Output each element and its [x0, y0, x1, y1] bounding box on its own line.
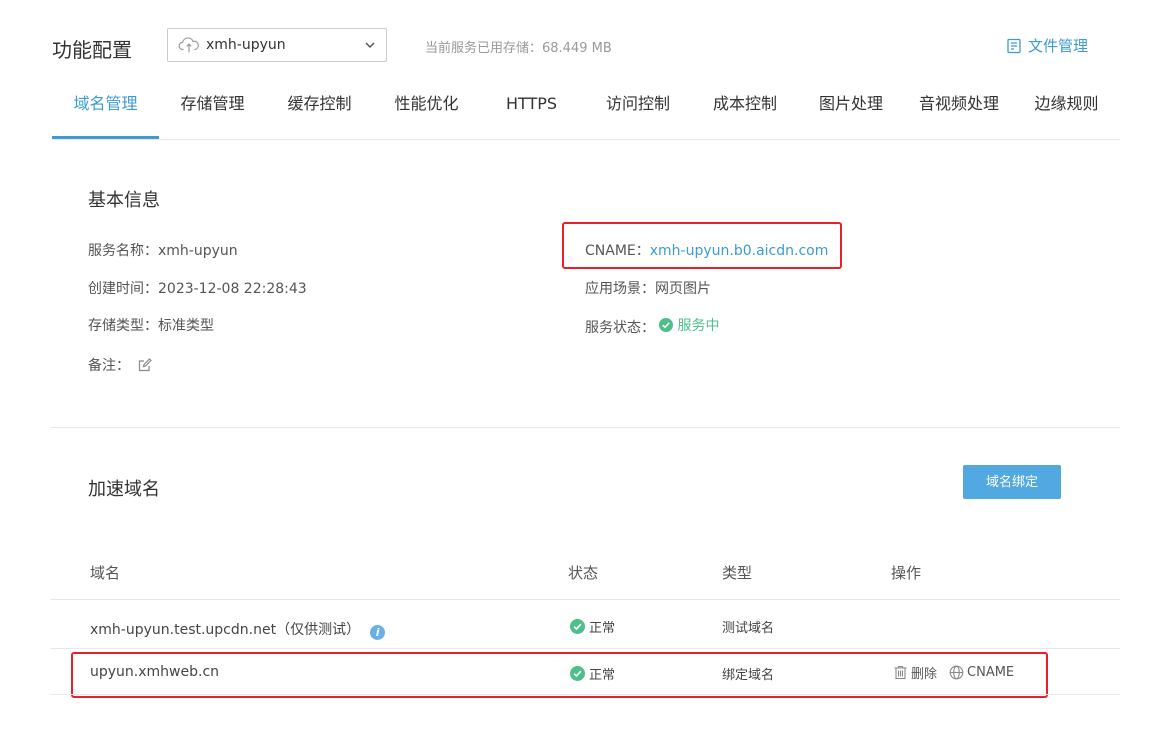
file-management-link[interactable]: 文件管理 — [1006, 35, 1088, 56]
storage-used-text: 当前服务已用存储：68.449 MB — [425, 41, 612, 56]
domain-type: 绑定域名 — [722, 668, 775, 683]
tab-edge-rules[interactable]: 边缘规则 — [1013, 80, 1120, 139]
row-actions: 删除 CNAME — [893, 663, 1014, 682]
file-management-label: 文件管理 — [1028, 37, 1089, 55]
delete-label: 删除 — [911, 667, 938, 682]
check-circle-icon — [570, 666, 585, 681]
page-title: 功能配置 — [52, 38, 132, 62]
note-label: 备注： — [88, 358, 130, 374]
storage-type-row: 存储类型：标准类型 — [88, 315, 214, 335]
created-time-row: 创建时间：2023-12-08 22:28:43 — [88, 278, 307, 298]
column-header-status: 状态 — [568, 564, 599, 582]
tab-storage-management[interactable]: 存储管理 — [159, 80, 266, 139]
tab-domain-management[interactable]: 域名管理 — [52, 80, 159, 139]
file-icon — [1007, 38, 1021, 53]
column-header-actions: 操作 — [891, 564, 922, 582]
trash-icon — [894, 665, 907, 680]
column-header-domain: 域名 — [90, 564, 121, 582]
row-divider — [50, 694, 1120, 695]
service-select[interactable]: xmh-upyun — [167, 28, 387, 62]
cname-row: CNAME：xmh-upyun.b0.aicdn.com — [585, 240, 828, 260]
cname-action-label: CNAME — [967, 665, 1015, 680]
cname-action-button[interactable]: CNAME — [949, 663, 1014, 682]
scene-label: 应用场景： — [585, 281, 655, 297]
domain-status: 正常 — [570, 664, 615, 683]
service-name-row: 服务名称：xmh-upyun — [88, 240, 238, 260]
domain-status-text: 正常 — [589, 621, 616, 636]
tab-image-processing[interactable]: 图片处理 — [797, 80, 905, 139]
check-circle-icon — [659, 318, 674, 332]
domain-name: xmh-upyun.test.upcdn.net（仅供测试） — [90, 622, 361, 638]
storage-type-value: 标准类型 — [158, 318, 214, 334]
service-select-value: xmh-upyun — [206, 37, 286, 53]
service-name-label: 服务名称： — [88, 243, 158, 259]
service-status-value: 服务中 — [659, 315, 719, 335]
table-row-domain: upyun.xmhweb.cn — [90, 664, 220, 680]
edit-icon[interactable] — [138, 358, 153, 372]
storage-type-label: 存储类型： — [88, 318, 158, 334]
row-divider — [50, 648, 1120, 649]
check-circle-icon — [570, 619, 585, 634]
tab-bar: 域名管理 存储管理 缓存控制 性能优化 HTTPS 访问控制 成本控制 图片处理… — [52, 80, 1120, 140]
globe-icon — [949, 665, 964, 680]
scene-row: 应用场景：网页图片 — [585, 278, 711, 298]
service-status-row: 服务状态： 服务中 — [585, 315, 719, 337]
created-time-label: 创建时间： — [88, 281, 158, 297]
bind-domain-button[interactable]: 域名绑定 — [963, 465, 1061, 499]
domain-status: 正常 — [570, 617, 615, 636]
cname-label: CNAME： — [585, 243, 650, 259]
cloud-icon — [178, 37, 199, 53]
section-divider — [50, 427, 1120, 428]
table-header-divider — [50, 599, 1120, 600]
tab-performance[interactable]: 性能优化 — [373, 80, 480, 139]
note-row: 备注： — [88, 355, 153, 375]
service-status-text: 服务中 — [677, 318, 720, 334]
tab-access-control[interactable]: 访问控制 — [583, 80, 693, 139]
delete-domain-button[interactable]: 删除 — [893, 663, 937, 682]
table-row-domain: xmh-upyun.test.upcdn.net（仅供测试） i — [90, 619, 386, 640]
tab-av-processing[interactable]: 音视频处理 — [905, 80, 1013, 139]
tab-cost-control[interactable]: 成本控制 — [693, 80, 797, 139]
service-name-value: xmh-upyun — [158, 243, 238, 259]
created-time-value: 2023-12-08 22:28:43 — [158, 281, 307, 297]
column-header-type: 类型 — [722, 564, 753, 582]
chevron-down-icon — [365, 42, 375, 49]
info-icon[interactable]: i — [370, 625, 386, 640]
scene-value: 网页图片 — [655, 281, 711, 297]
basic-info-title: 基本信息 — [88, 190, 160, 211]
domain-type: 测试域名 — [722, 621, 775, 636]
domains-title: 加速域名 — [88, 479, 160, 500]
tab-cache-control[interactable]: 缓存控制 — [266, 80, 373, 139]
cname-value[interactable]: xmh-upyun.b0.aicdn.com — [650, 243, 829, 259]
tab-https[interactable]: HTTPS — [480, 80, 583, 139]
domain-status-text: 正常 — [589, 668, 616, 683]
service-status-label: 服务状态： — [585, 320, 655, 336]
